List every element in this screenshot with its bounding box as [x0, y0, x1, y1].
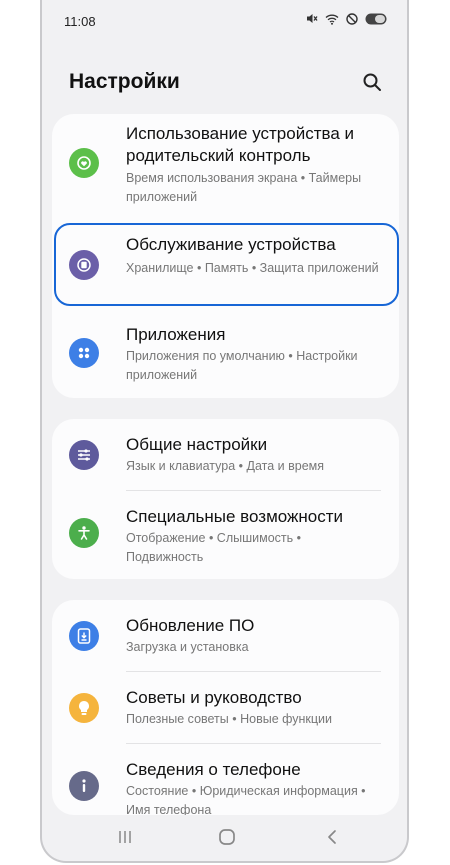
- battery-icon: [365, 13, 387, 25]
- settings-item-title: Сведения о телефоне: [126, 760, 301, 779]
- digital-wellbeing-icon: [69, 148, 99, 178]
- settings-item-apps[interactable]: Приложения Приложения по умолчанию • Нас…: [52, 310, 399, 398]
- settings-item-title: Советы и руководство: [126, 688, 302, 707]
- about-phone-icon: [69, 771, 99, 801]
- accessibility-icon: [69, 518, 99, 548]
- settings-item-about-phone[interactable]: Сведения о телефоне Состояние • Юридичес…: [52, 744, 399, 815]
- settings-item-subtitle: Язык и клавиатура • Дата и время: [126, 459, 325, 473]
- settings-item-subtitle: Загрузка и установка: [126, 640, 249, 654]
- settings-group-3: Обновление ПО Загрузка и установка Совет…: [52, 600, 399, 815]
- home-icon: [219, 829, 235, 845]
- settings-item-title: Использование устройства и родительский …: [126, 124, 354, 165]
- wifi-icon: [325, 13, 339, 25]
- settings-item-subtitle: Полезные советы • Новые функции: [126, 712, 333, 726]
- navigation-bar: [42, 812, 407, 861]
- settings-group-1: Использование устройства и родительский …: [52, 114, 399, 398]
- recent-apps-icon: [119, 831, 131, 843]
- back-button[interactable]: [317, 824, 347, 850]
- settings-group-2: Общие настройки Язык и клавиатура • Дата…: [52, 419, 399, 579]
- status-icons: [305, 12, 387, 25]
- settings-item-title: Общие настройки: [126, 435, 268, 454]
- mute-icon: [305, 12, 318, 25]
- settings-item-subtitle: Время использования экрана • Таймеры при…: [126, 171, 362, 204]
- settings-item-title: Обслуживание устройства: [126, 235, 336, 254]
- home-button[interactable]: [212, 824, 242, 850]
- apps-icon: [69, 338, 99, 368]
- settings-item-subtitle: Хранилище • Память • Защита приложений: [126, 261, 379, 275]
- status-time: 11:08: [64, 14, 96, 29]
- settings-item-title: Приложения: [126, 325, 226, 344]
- software-update-icon: [69, 621, 99, 651]
- device-care-icon: [69, 250, 99, 280]
- general-management-icon: [69, 440, 99, 470]
- phone-screen: 11:08 Настройки Использование устройства…: [40, 0, 409, 863]
- settings-item-software-update[interactable]: Обновление ПО Загрузка и установка: [52, 600, 399, 672]
- back-icon: [328, 830, 336, 844]
- do-not-disturb-icon: [346, 12, 358, 25]
- settings-item-subtitle: Состояние • Юридическая информация • Имя…: [126, 784, 366, 815]
- settings-item-accessibility[interactable]: Специальные возможности Отображение • Сл…: [52, 491, 399, 579]
- settings-item-title: Специальные возможности: [126, 507, 344, 526]
- search-button[interactable]: [359, 69, 385, 95]
- status-bar: 11:08: [42, 0, 407, 42]
- recent-apps-button[interactable]: [110, 824, 140, 850]
- settings-item-subtitle: Приложения по умолчанию • Настройки прил…: [126, 349, 358, 382]
- settings-item-subtitle: Отображение • Слышимость • Подвижность: [126, 531, 301, 564]
- settings-item-device-care[interactable]: Обслуживание устройства Хранилище • Памя…: [52, 222, 399, 310]
- settings-item-digital-wellbeing[interactable]: Использование устройства и родительский …: [52, 114, 399, 222]
- page-title: Настройки: [69, 70, 180, 93]
- settings-item-title: Обновление ПО: [126, 616, 255, 635]
- settings-item-tips[interactable]: Советы и руководство Полезные советы • Н…: [52, 672, 399, 744]
- settings-item-general-management[interactable]: Общие настройки Язык и клавиатура • Дата…: [52, 419, 399, 491]
- tips-icon: [69, 693, 99, 723]
- search-icon: [363, 73, 381, 91]
- header: Настройки: [42, 58, 407, 108]
